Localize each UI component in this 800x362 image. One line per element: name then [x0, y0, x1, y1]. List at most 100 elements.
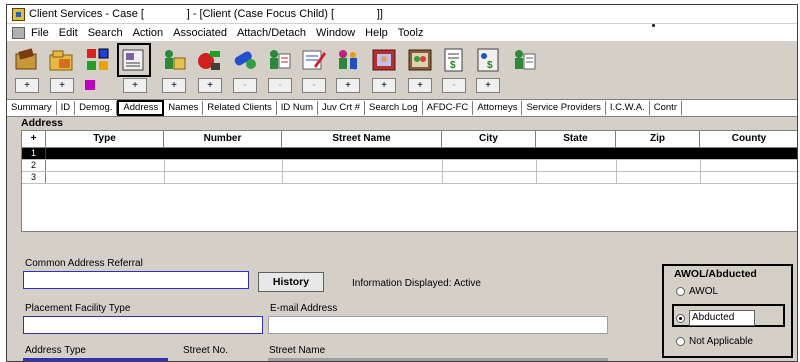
tab-contr[interactable]: Contr	[650, 101, 682, 115]
add-money-doc-button: -	[442, 78, 466, 93]
document-menu-icon[interactable]	[12, 26, 25, 39]
money-document-button[interactable]: $	[439, 43, 469, 77]
radio-abducted-label: Abducted	[689, 310, 756, 326]
case-folder-button[interactable]	[12, 43, 42, 77]
row-number: 2	[22, 160, 46, 171]
add-medical-button[interactable]: +	[198, 78, 222, 93]
radio-not-applicable[interactable]: Not Applicable	[676, 336, 753, 347]
add-medicine-button: -	[233, 78, 257, 93]
tab-demog[interactable]: Demog.	[75, 101, 118, 115]
tab-names[interactable]: Names	[164, 101, 204, 115]
tab-attorneys[interactable]: Attorneys	[473, 101, 523, 115]
tab-juv-crt[interactable]: Juv Crt #	[318, 101, 366, 115]
address-card-button[interactable]	[117, 43, 151, 77]
open-folder-icon	[49, 50, 73, 71]
email-label: E-mail Address	[270, 303, 338, 314]
person-list-icon: $	[477, 48, 499, 72]
address-grid[interactable]: + Type Number Street Name City State Zip…	[21, 130, 797, 232]
col-number[interactable]: Number	[164, 131, 282, 147]
street-name-field-edge	[268, 358, 608, 361]
color-squares-icon	[87, 48, 109, 70]
placement-facility-type-label: Placement Facility Type	[25, 303, 131, 314]
col-state[interactable]: State	[536, 131, 616, 147]
add-ledger-button[interactable]: +	[408, 78, 432, 93]
tab-icwa[interactable]: I.C.W.A.	[606, 101, 650, 115]
menu-action[interactable]: Action	[133, 27, 164, 39]
medical-items-button[interactable]	[195, 43, 225, 77]
color-squares-button[interactable]	[83, 43, 113, 77]
placement-facility-type-field[interactable]	[23, 316, 263, 334]
address-type-label: Address Type	[25, 345, 86, 356]
menu-toolz[interactable]: Toolz	[398, 27, 424, 39]
person-folder-button[interactable]	[159, 43, 189, 77]
notes-edit-icon	[270, 50, 291, 69]
tab-address[interactable]: Address	[117, 100, 165, 116]
email-field[interactable]	[268, 316, 608, 334]
radio-not-applicable-label: Not Applicable	[689, 336, 753, 347]
add-person-folder-button[interactable]: +	[162, 78, 186, 93]
case-folder-icon	[15, 48, 37, 70]
menu-associated[interactable]: Associated	[173, 27, 227, 39]
photo-frame-button[interactable]: i	[333, 43, 363, 77]
menu-help[interactable]: Help	[365, 27, 388, 39]
tab-strip: Summary ID Demog. Address Names Related …	[7, 99, 797, 117]
col-street-name[interactable]: Street Name	[282, 131, 442, 147]
staff-list-button[interactable]	[509, 43, 539, 77]
svg-text:$: $	[487, 60, 493, 71]
col-type[interactable]: Type	[46, 131, 164, 147]
add-person-list-button[interactable]: +	[476, 78, 500, 93]
money-document-icon: $	[444, 48, 463, 72]
add-notes-button: -	[268, 78, 292, 93]
table-row[interactable]: 2	[22, 160, 797, 172]
add-info-button: -	[302, 78, 326, 93]
person-list-button[interactable]: $	[473, 43, 503, 77]
tab-id-num[interactable]: ID Num	[277, 101, 318, 115]
person-folder-icon	[165, 50, 186, 70]
radio-abducted[interactable]: Abducted	[676, 310, 756, 326]
tab-summary[interactable]: Summary	[7, 101, 57, 115]
col-add[interactable]: +	[22, 131, 46, 147]
tab-search-log[interactable]: Search Log	[365, 101, 423, 115]
add-case-button[interactable]: +	[15, 78, 39, 93]
col-zip[interactable]: Zip	[616, 131, 700, 147]
address-type-field-edge	[23, 358, 168, 361]
street-no-label: Street No.	[183, 345, 229, 356]
add-family-button[interactable]: +	[372, 78, 396, 93]
add-address-button[interactable]: +	[123, 78, 147, 93]
radio-awol[interactable]: AWOL	[676, 286, 718, 297]
radio-awol-indicator[interactable]	[676, 287, 685, 296]
tab-related-clients[interactable]: Related Clients	[203, 101, 277, 115]
radio-abducted-indicator[interactable]	[676, 313, 685, 323]
col-city[interactable]: City	[442, 131, 536, 147]
tab-afdc-fc[interactable]: AFDC-FC	[423, 101, 474, 115]
person-info-icon	[302, 50, 326, 70]
add-photo-button[interactable]: +	[336, 78, 360, 93]
add-folder-button[interactable]: +	[50, 78, 74, 93]
common-address-referral-field[interactable]	[23, 271, 249, 289]
history-button[interactable]: History	[258, 272, 324, 292]
person-info-button[interactable]	[299, 43, 329, 77]
info-displayed-text: Information Displayed: Active	[352, 278, 481, 289]
ledger-dollar-button[interactable]	[405, 43, 435, 77]
menu-window[interactable]: Window	[316, 27, 355, 39]
family-photo-button[interactable]	[369, 43, 399, 77]
awol-group-title: AWOL/Abducted	[674, 268, 757, 280]
table-row[interactable]: 1	[22, 148, 797, 160]
table-row[interactable]: 3	[22, 172, 797, 184]
menu-edit[interactable]: Edit	[59, 27, 78, 39]
street-name-label: Street Name	[269, 345, 326, 356]
menu-attach-detach[interactable]: Attach/Detach	[237, 27, 306, 39]
notes-edit-button[interactable]	[265, 43, 295, 77]
toolbar: i $ $ + + + + + - - - + + + - +	[7, 43, 797, 97]
tab-id[interactable]: ID	[57, 101, 76, 115]
tab-service-providers[interactable]: Service Providers	[522, 101, 606, 115]
open-folder-button[interactable]	[47, 43, 77, 77]
svg-text:i: i	[354, 63, 356, 72]
menu-search[interactable]: Search	[88, 27, 123, 39]
col-county[interactable]: County	[700, 131, 797, 147]
person-medicine-button[interactable]	[230, 43, 260, 77]
client-services-window: Client Services - Case [ ] - [Client (Ca…	[6, 4, 798, 362]
medical-items-icon	[198, 51, 220, 70]
radio-not-applicable-indicator[interactable]	[676, 337, 685, 346]
menu-file[interactable]: File	[31, 27, 49, 39]
